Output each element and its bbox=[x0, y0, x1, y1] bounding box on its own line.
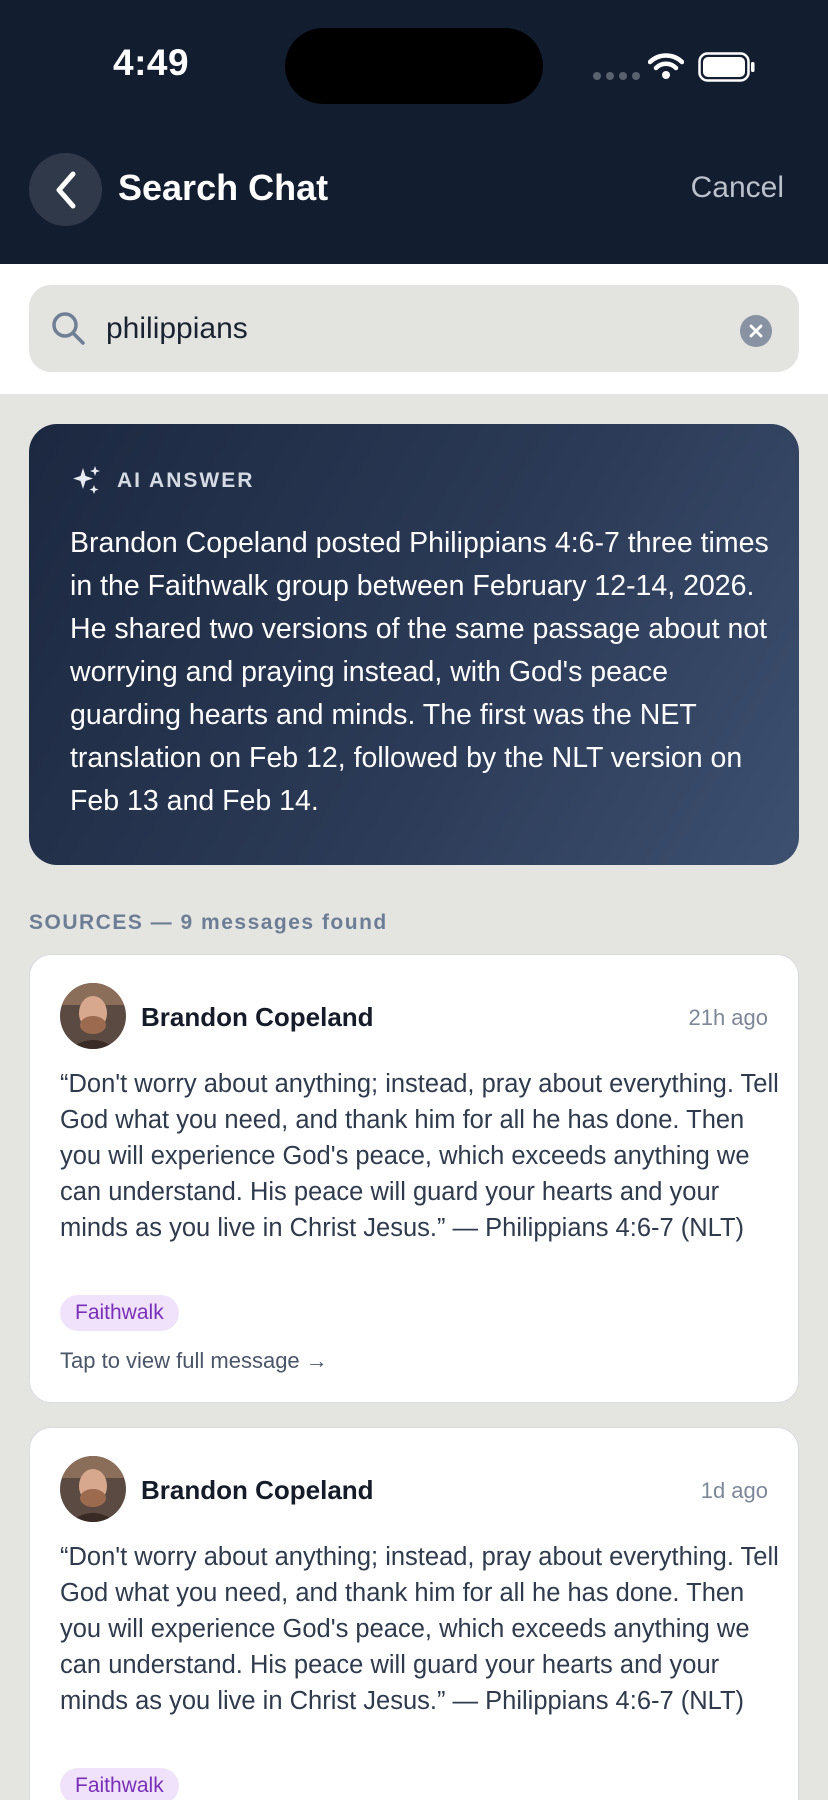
search-result-card[interactable]: Brandon Copeland 21h ago “Don't worry ab… bbox=[29, 954, 799, 1403]
ai-answer-header: AI ANSWER bbox=[69, 464, 254, 498]
cancel-button[interactable]: Cancel bbox=[691, 171, 784, 205]
message-timestamp: 21h ago bbox=[688, 1005, 768, 1030]
sources-header: SOURCES — 9 messages found bbox=[29, 911, 388, 934]
search-input[interactable] bbox=[106, 309, 666, 349]
ai-answer-label: AI ANSWER bbox=[117, 469, 255, 492]
search-icon bbox=[52, 312, 85, 345]
search-field[interactable] bbox=[29, 285, 799, 372]
status-time: 4:49 bbox=[113, 42, 190, 83]
message-timestamp: 1d ago bbox=[700, 1478, 768, 1503]
dynamic-island bbox=[285, 28, 543, 104]
group-tag: Faithwalk bbox=[60, 1768, 179, 1800]
sparkles-icon bbox=[73, 466, 100, 494]
author-name: Brandon Copeland bbox=[141, 1475, 374, 1505]
author-name: Brandon Copeland bbox=[141, 1002, 374, 1032]
wifi-icon bbox=[648, 53, 684, 79]
ai-answer-card: AI ANSWER Brandon Copeland posted Philip… bbox=[29, 424, 799, 865]
avatar bbox=[60, 983, 126, 1049]
close-icon bbox=[749, 324, 763, 338]
message-text: “Don't worry about anything; instead, pr… bbox=[60, 1070, 779, 1242]
chevron-left-icon bbox=[56, 171, 75, 208]
avatar bbox=[60, 1456, 126, 1522]
cellular-signal-icon bbox=[593, 72, 640, 80]
view-full-message-link[interactable]: Tap to view full message → bbox=[60, 1348, 328, 1374]
search-result-card[interactable]: Brandon Copeland 1d ago “Don't worry abo… bbox=[29, 1427, 799, 1800]
app-header: 4:49 Search Chat Cancel bbox=[0, 0, 828, 264]
message-text: “Don't worry about anything; instead, pr… bbox=[60, 1543, 779, 1715]
page-title: Search Chat bbox=[118, 167, 329, 208]
ai-answer-text: Brandon Copeland posted Philippians 4:6-… bbox=[70, 527, 769, 817]
group-tag: Faithwalk bbox=[60, 1295, 179, 1331]
battery-icon bbox=[698, 52, 755, 82]
search-bar-container bbox=[0, 264, 828, 394]
clear-search-button[interactable] bbox=[740, 315, 772, 347]
back-button[interactable] bbox=[29, 153, 102, 226]
